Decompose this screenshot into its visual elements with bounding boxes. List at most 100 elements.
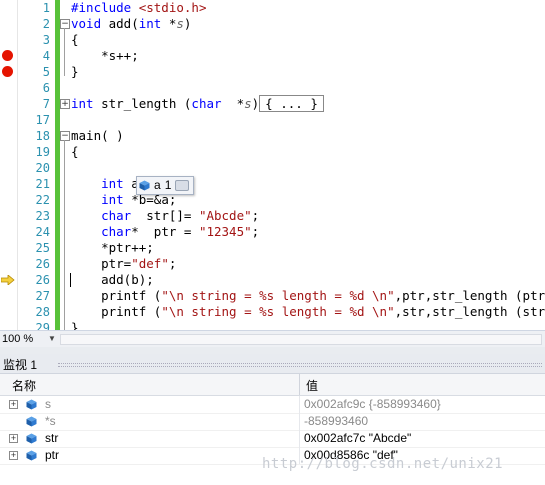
fold-guide (64, 140, 65, 330)
code-line[interactable]: 24 char* ptr = "12345"; (0, 224, 545, 240)
code-text: printf ("\n string = %s length = %d \n",… (71, 304, 545, 320)
code-line[interactable]: 18− main( ) (0, 128, 545, 144)
line-number: 20 (35, 161, 50, 175)
column-header-name[interactable]: 名称 (12, 377, 36, 394)
code-text: printf ("\n string = %s length = %d \n",… (71, 288, 545, 304)
code-text: char* ptr = "12345"; (71, 224, 259, 240)
expand-icon[interactable]: + (9, 451, 18, 460)
line-number: 1 (42, 1, 50, 15)
line-number: 4 (42, 49, 50, 63)
code-token: "def" (131, 256, 169, 271)
watch-name: ptr (45, 448, 60, 462)
code-line[interactable]: 5} (0, 64, 545, 80)
expand-icon[interactable]: + (9, 400, 18, 409)
line-number: 21 (35, 177, 50, 191)
code-token: char (101, 224, 132, 239)
code-token: str_length ( (93, 96, 192, 111)
horizontal-scrollbar[interactable] (60, 334, 542, 345)
line-number: 17 (35, 113, 50, 127)
line-number: 18 (35, 129, 50, 143)
code-line[interactable]: 28 printf ("\n string = %s length = %d \… (0, 304, 545, 320)
code-line[interactable]: 1 #include <stdio.h> (0, 0, 545, 16)
line-number: 3 (42, 33, 50, 47)
code-text: ptr="def"; (71, 256, 176, 272)
code-token: "\n string = %s length = %d \n" (161, 288, 395, 303)
editor-statusbar: 100 % ▼ (0, 330, 545, 347)
code-text: } (71, 64, 79, 80)
watch-panel-title-bar[interactable]: 监视 1 (0, 354, 545, 374)
column-divider (299, 430, 300, 447)
code-editor[interactable]: 1 #include <stdio.h> 2− void add(int *s) 3{4… (0, 0, 545, 330)
line-number: 19 (35, 145, 50, 159)
code-token: printf ( (71, 288, 162, 303)
fold-guide (64, 28, 65, 76)
code-text: #include <stdio.h> (71, 0, 206, 16)
code-token: char (191, 96, 222, 111)
code-line[interactable]: 4 *s++; (0, 48, 545, 64)
code-text: void add(int *s) (71, 16, 191, 32)
code-token: int (101, 176, 124, 191)
code-text: int str_length (char *s){ ... } (71, 95, 324, 112)
watch-row[interactable]: *s -858993460 (0, 413, 545, 431)
column-divider (299, 413, 300, 430)
code-line[interactable]: 26 add(b); (0, 272, 545, 288)
collapsed-region[interactable]: { ... } (259, 95, 324, 112)
code-token: main( ) (71, 128, 124, 143)
watch-row[interactable]: + s 0x002afc9c {-858993460} (0, 396, 545, 414)
code-token: "Abcde" (198, 208, 252, 223)
code-text: { (71, 32, 79, 48)
datatip-value: 1 (164, 178, 172, 192)
code-line[interactable]: 2− void add(int *s) (0, 16, 545, 32)
column-header-value[interactable]: 值 (306, 377, 318, 394)
code-line[interactable]: 21 int a=1; (0, 176, 545, 192)
breakpoint-icon[interactable] (2, 66, 13, 77)
code-token: int (138, 16, 162, 31)
code-line[interactable]: 26 ptr="def"; (0, 256, 545, 272)
code-token: * (221, 96, 245, 111)
column-divider[interactable] (299, 374, 300, 395)
code-line[interactable]: 19 { (0, 144, 545, 160)
expand-icon[interactable]: + (9, 434, 18, 443)
line-number: 2 (42, 17, 50, 31)
watch-row[interactable]: + str 0x002afc7c "Abcde" (0, 430, 545, 448)
datatip[interactable]: a 1 (136, 176, 195, 195)
datatip-name: a (154, 178, 161, 192)
code-line[interactable]: 6 (0, 80, 545, 96)
breakpoint-icon[interactable] (2, 50, 13, 61)
code-line[interactable]: 17 (0, 112, 545, 128)
code-token: str[]= (131, 208, 199, 223)
watermark: http://blog.csdn.net/unix21 (262, 456, 504, 472)
code-line[interactable]: 3{ (0, 32, 545, 48)
code-line[interactable]: 27 printf ("\n string = %s length = %d \… (0, 288, 545, 304)
chevron-down-icon[interactable]: ▼ (48, 331, 56, 347)
code-line[interactable]: 29} (0, 320, 545, 330)
code-text: add(b); (71, 272, 154, 288)
code-token: <stdio.h> (138, 0, 207, 15)
code-token: add(b); (71, 272, 154, 287)
line-number: 5 (42, 65, 50, 79)
code-token: add( (101, 16, 139, 31)
expand-icon[interactable]: + (60, 99, 70, 109)
watch-value: -858993460 (304, 414, 369, 428)
title-grip (58, 363, 542, 367)
collapse-icon[interactable]: − (60, 19, 70, 29)
code-line[interactable]: 20 (0, 160, 545, 176)
code-line[interactable]: 23 char str[]= "Abcde"; (0, 208, 545, 224)
panel-splitter[interactable] (0, 347, 545, 354)
current-statement-arrow-icon (1, 275, 15, 285)
code-token: * (161, 16, 177, 31)
code-token: ptr= (71, 256, 132, 271)
watch-name: str (45, 431, 59, 445)
pin-icon[interactable] (175, 180, 190, 191)
line-number: 29 (35, 321, 50, 330)
variable-cube-icon (26, 399, 37, 410)
code-line[interactable]: 22 int *b=&a; (0, 192, 545, 208)
code-line[interactable]: 25 *ptr++; (0, 240, 545, 256)
watch-column-headers: 名称 值 (0, 374, 545, 396)
code-line[interactable]: 7 + int str_length (char *s){ ... } (0, 95, 545, 112)
variable-cube-icon (26, 450, 37, 461)
watch-name: *s (45, 414, 56, 428)
collapse-icon[interactable]: − (60, 131, 70, 141)
